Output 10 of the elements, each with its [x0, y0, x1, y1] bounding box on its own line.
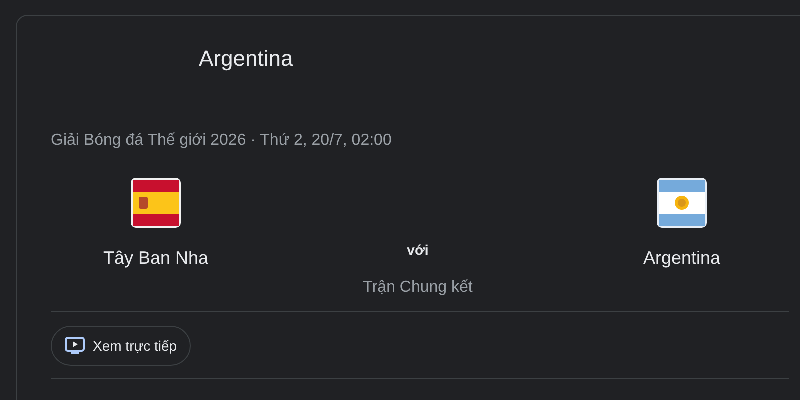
tv-play-icon: [65, 337, 85, 355]
team-name: Argentina: [643, 247, 721, 270]
page-title: Argentina: [199, 44, 294, 73]
team-name: Tây Ban Nha: [103, 247, 209, 270]
argentina-flag-icon: [656, 177, 708, 229]
match-info: Giải Bóng đá Thế giới 2026 · Thứ 2, 20/7, 02:00: [51, 131, 393, 151]
spain-flag-icon: [130, 177, 182, 229]
watch-live-button[interactable]: Xem trực tiếp: [51, 326, 192, 366]
match-stage: Trận Chung kết: [363, 278, 473, 298]
versus-label: với: [407, 241, 429, 260]
